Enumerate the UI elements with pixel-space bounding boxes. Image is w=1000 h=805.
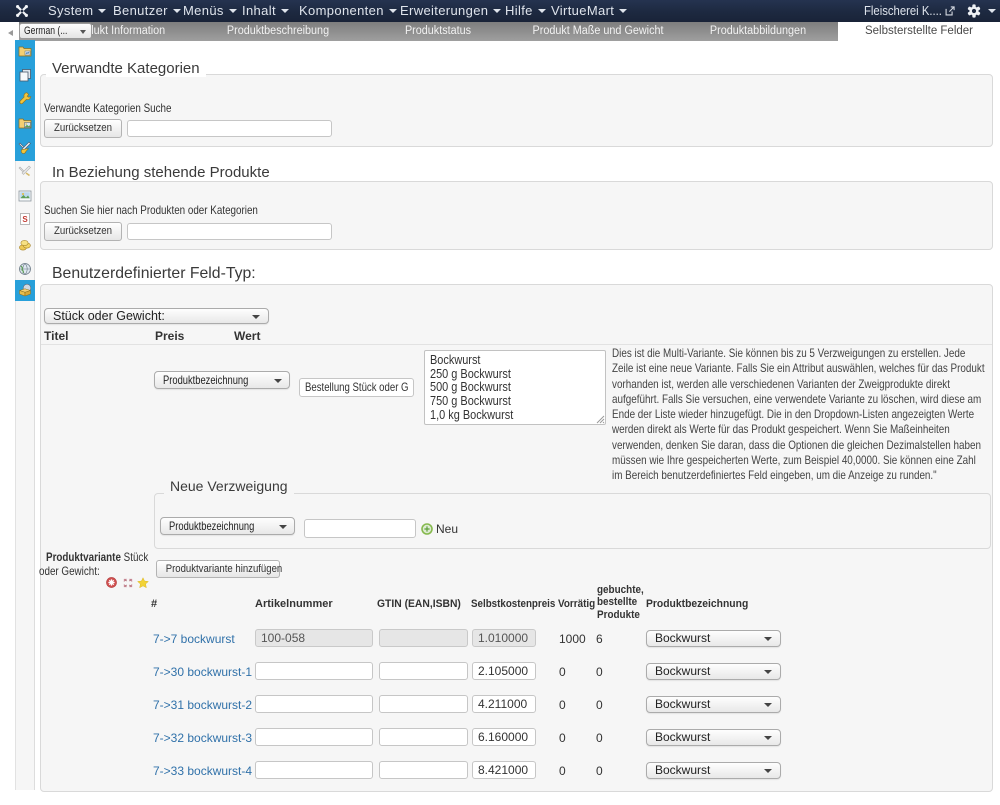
svg-text:S: S [22,215,28,224]
